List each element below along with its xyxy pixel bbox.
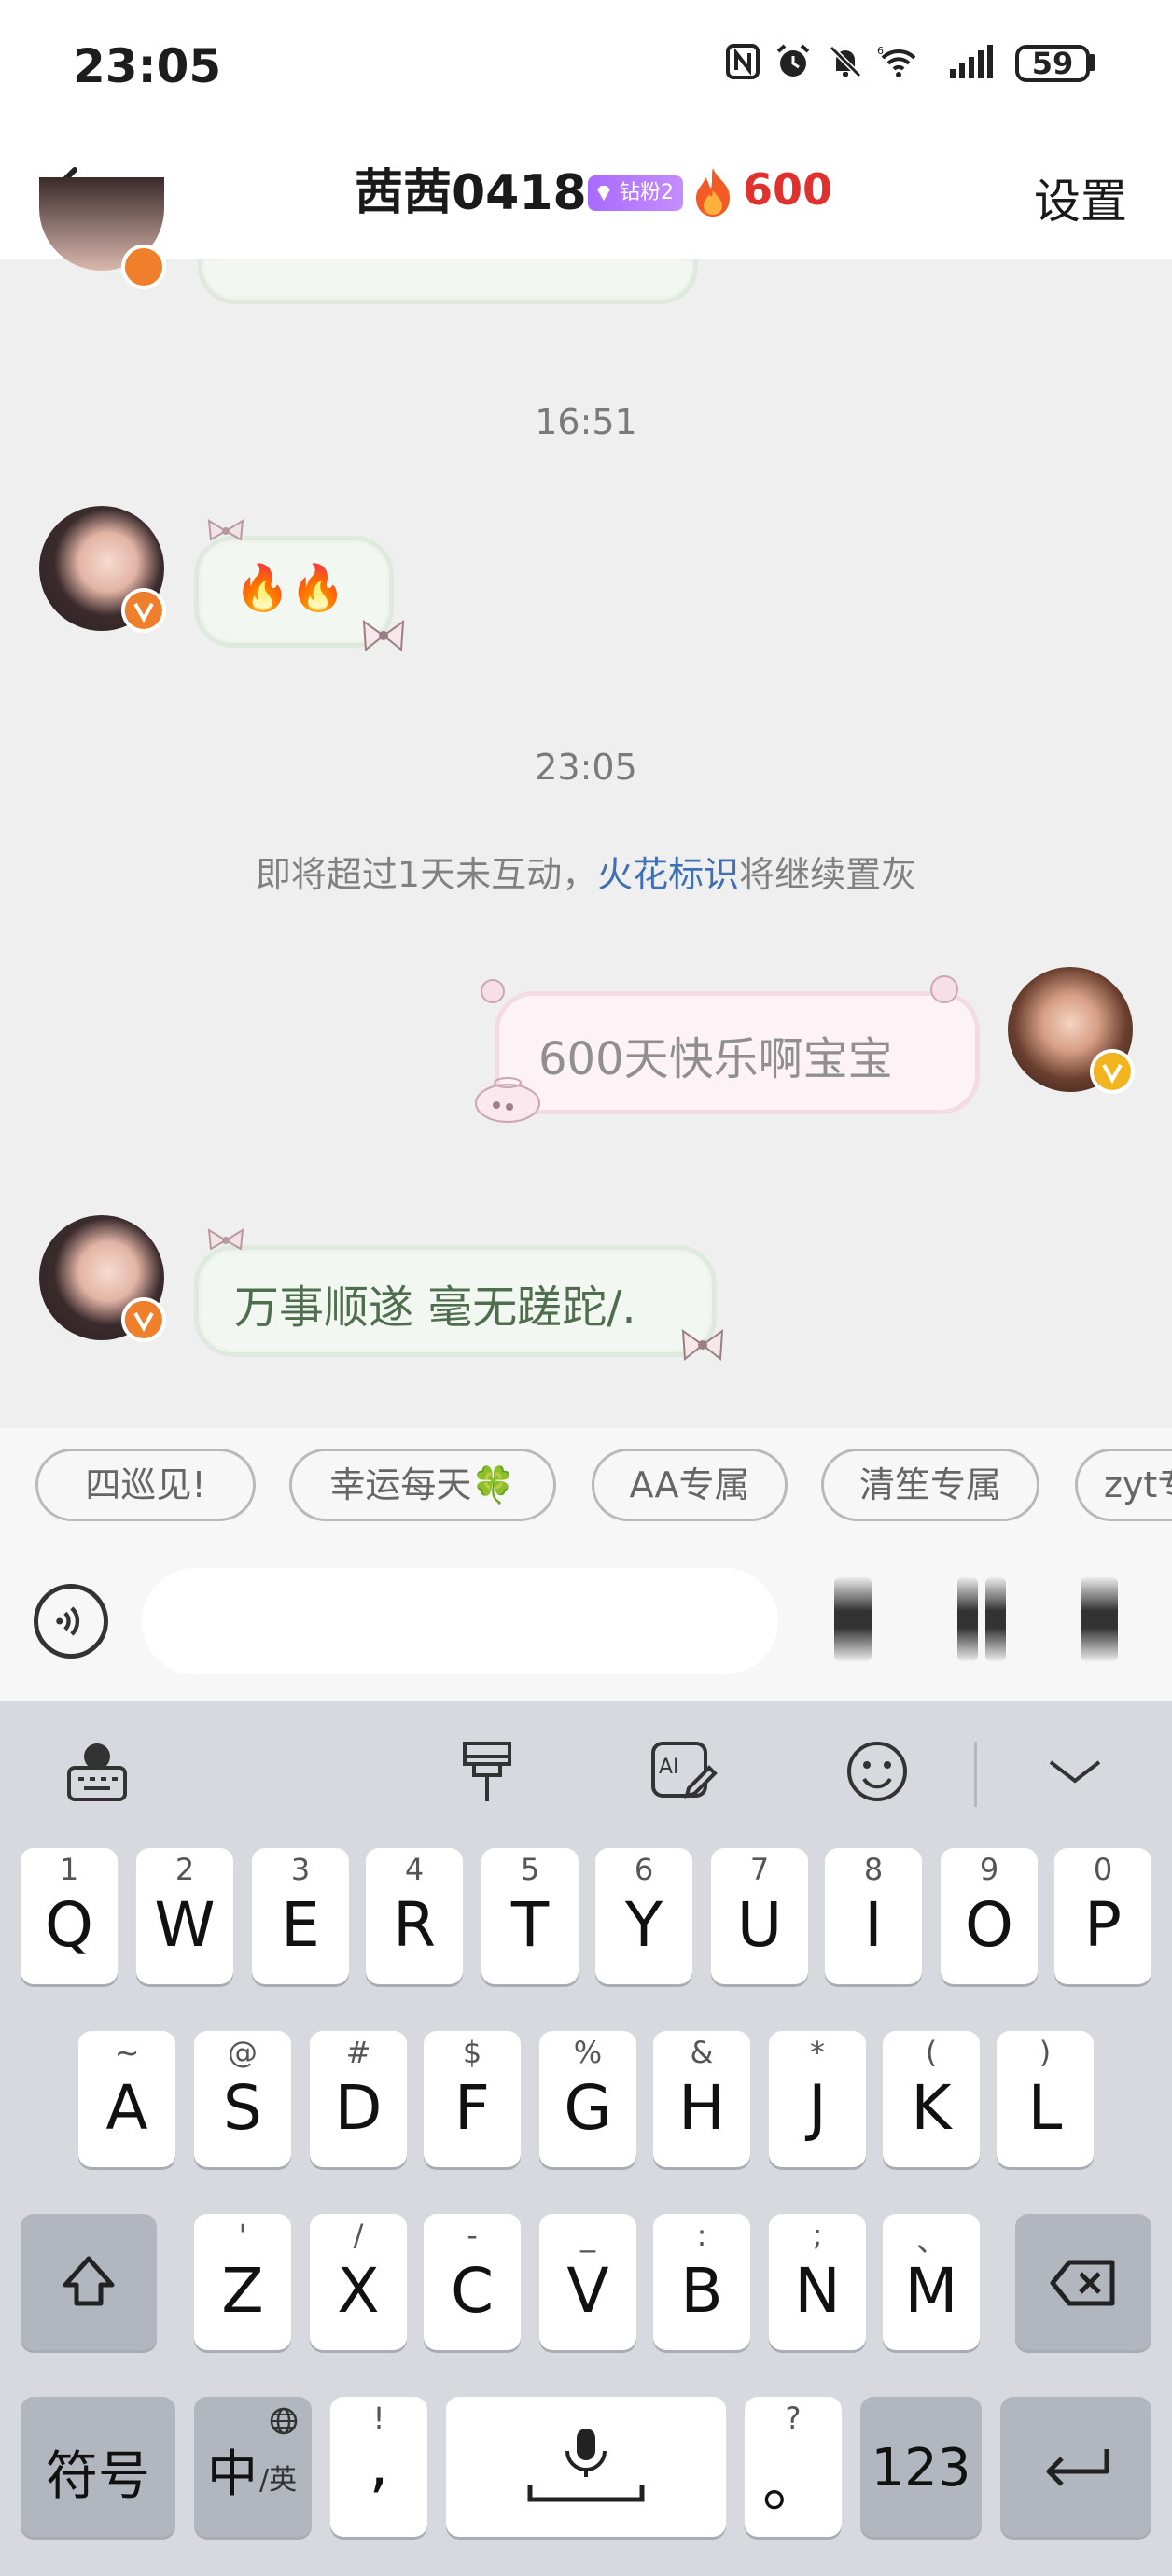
notice-text: 即将超过1天未互动， [255, 854, 598, 895]
space-key[interactable] [446, 2397, 726, 2537]
svg-text:6: 6 [877, 45, 884, 57]
more-button-icon[interactable] [957, 1577, 978, 1661]
key-u[interactable]: 7U [711, 1848, 808, 1984]
status-time: 23:05 [73, 39, 222, 93]
key-y[interactable]: 6Y [595, 1848, 692, 1984]
voice-input-icon[interactable] [34, 1584, 108, 1659]
key-k[interactable]: (K [883, 2031, 980, 2167]
wifi-icon: 6 [877, 45, 916, 77]
key-f[interactable]: $ F [424, 2031, 521, 2167]
alarm-icon [776, 44, 810, 77]
settings-button[interactable]: 设置 [1034, 164, 1127, 231]
key-h[interactable]: & H [653, 2031, 750, 2167]
key-c[interactable]: -C [424, 2214, 521, 2350]
collapse-keyboard-icon[interactable] [1039, 1736, 1110, 1807]
verified-badge-icon [1090, 1049, 1135, 1094]
quick-phrase-chip[interactable]: 清笙专属 [821, 1449, 1039, 1521]
spark-info-link[interactable]: 火花标识 [597, 854, 739, 895]
notice-text: 将继续置灰 [739, 854, 917, 895]
microphone-icon [527, 2429, 645, 2502]
key-l[interactable]: ) L [997, 2031, 1094, 2167]
message-input[interactable] [142, 1568, 778, 1674]
bow-decoration-icon [207, 1228, 244, 1251]
key-i[interactable]: 8I [825, 1848, 922, 1984]
key-d[interactable]: # D [310, 2031, 407, 2167]
keyboard-settings-icon[interactable] [62, 1736, 133, 1807]
key-z[interactable]: ' Z [194, 2214, 291, 2350]
backspace-icon [1050, 2260, 1115, 2306]
diamond-icon [597, 186, 610, 201]
timestamp: 16:51 [535, 401, 637, 442]
message-bubble-incoming[interactable]: 万事顺遂 毫无蹉跎/. [194, 1245, 717, 1357]
cloud-decoration-icon [475, 1077, 540, 1123]
key-j[interactable]: * J [769, 2031, 866, 2167]
key-b[interactable]: :B [653, 2214, 750, 2350]
quick-phrase-chip[interactable]: 幸运每天🍀 [289, 1449, 556, 1521]
quick-phrase-chip[interactable]: zyt专 [1075, 1449, 1172, 1521]
verified-badge-icon [121, 245, 166, 289]
key-n[interactable]: ; N [769, 2214, 866, 2350]
key-o[interactable]: 9O [941, 1848, 1038, 1984]
key-q[interactable]: 1Q [21, 1848, 118, 1984]
flower-decoration-icon [481, 979, 505, 1003]
quick-phrase-chip[interactable]: 四巡见! [35, 1449, 256, 1521]
signal-icon [950, 45, 993, 78]
key-p[interactable]: 0P [1054, 1848, 1151, 1984]
key-m[interactable]: 、 M [883, 2214, 980, 2350]
ai-writing-icon[interactable]: AI [648, 1736, 719, 1807]
verified-badge-icon [121, 588, 166, 633]
bow-decoration-icon [362, 619, 405, 651]
backspace-key[interactable] [1015, 2214, 1151, 2350]
plus-button-icon[interactable] [1081, 1577, 1118, 1661]
emoji-button-icon[interactable] [834, 1577, 872, 1661]
quick-phrase-chip[interactable]: AA专属 [592, 1449, 788, 1521]
language-switch-key[interactable]: 中 /英 [194, 2397, 312, 2537]
verified-badge-icon [121, 1297, 166, 1342]
key-e[interactable]: 3E [252, 1848, 349, 1984]
spark-count: 600 [743, 164, 833, 215]
key-s[interactable]: @ S [194, 2031, 291, 2167]
comma-key[interactable]: !, [330, 2397, 427, 2537]
key-t[interactable]: 5T [481, 1848, 579, 1984]
bow-decoration-icon [207, 519, 244, 541]
number-mode-key[interactable]: 123 [860, 2397, 982, 2537]
nfc-icon [726, 44, 760, 79]
enter-key[interactable] [1000, 2397, 1151, 2537]
key-x[interactable]: / X [310, 2214, 407, 2350]
key-w[interactable]: 2W [136, 1848, 233, 1984]
flower-decoration-icon [930, 975, 958, 1003]
period-key[interactable]: ?。 [745, 2397, 842, 2537]
system-notice: 即将超过1天未互动，火花标识将继续置灰 [0, 846, 1172, 897]
toolbar-divider [974, 1742, 977, 1807]
battery-tip [1090, 54, 1095, 71]
shift-key[interactable] [21, 2214, 157, 2350]
symbols-key[interactable]: 符号 [21, 2397, 175, 2537]
globe-icon [270, 2407, 298, 2435]
svg-text:AI: AI [659, 1756, 679, 1779]
message-text: 🔥🔥 [234, 562, 346, 614]
bow-decoration-icon [681, 1328, 724, 1361]
mute-icon [829, 45, 862, 78]
chat-title[interactable]: 茜茜0418 [355, 153, 587, 223]
message-text: 600天快乐啊宝宝 [538, 1033, 893, 1085]
shift-icon [63, 2256, 115, 2306]
message-text: 万事顺遂 毫无蹉跎/. [234, 1281, 636, 1334]
key-g[interactable]: % G [539, 2031, 636, 2167]
more-button-icon[interactable] [985, 1577, 1006, 1661]
battery-icon: 59 [1015, 45, 1090, 82]
key-a[interactable]: ~ A [78, 2031, 175, 2167]
key-v[interactable]: _ V [539, 2214, 636, 2350]
message-bubble-outgoing[interactable]: 600天快乐啊宝宝 [495, 991, 980, 1114]
enter-icon [1046, 2449, 1109, 2486]
key-r[interactable]: 4R [366, 1848, 463, 1984]
message-bubble-partial [198, 259, 698, 304]
emoji-icon[interactable] [842, 1736, 913, 1807]
timestamp: 23:05 [535, 747, 637, 788]
flame-icon [696, 168, 730, 217]
theme-brush-icon[interactable] [452, 1736, 523, 1807]
